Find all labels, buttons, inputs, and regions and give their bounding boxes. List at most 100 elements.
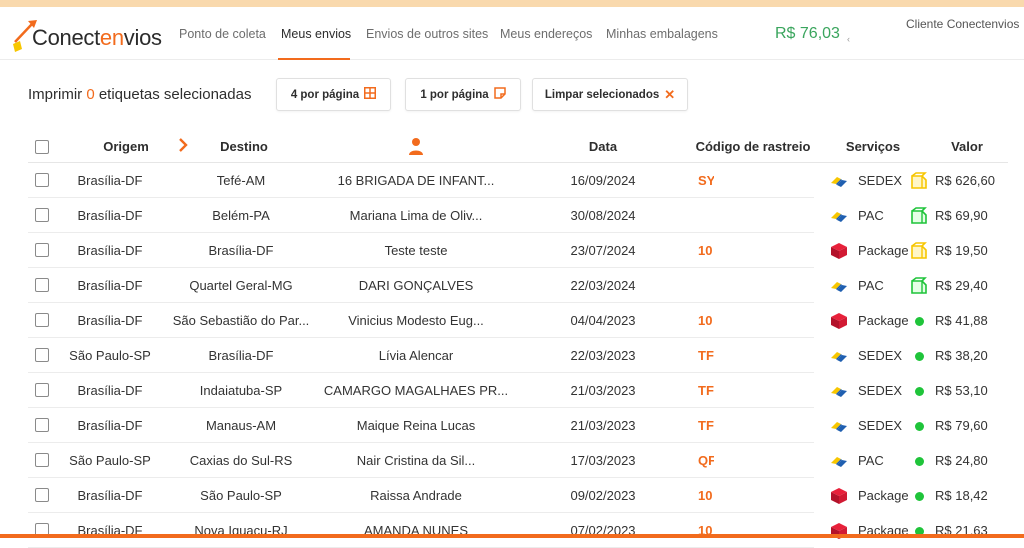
cell-date: 04/04/2023 — [570, 313, 635, 328]
cell-date: 16/09/2024 — [570, 173, 635, 188]
cell-service: SEDEX — [858, 383, 902, 398]
status-indicator[interactable] — [909, 381, 929, 401]
cell-tracking[interactable]: QF — [698, 453, 714, 468]
cell-value: R$ 19,50 — [935, 243, 988, 258]
status-indicator[interactable] — [909, 451, 929, 471]
balance-toggle[interactable]: ‹ — [847, 34, 850, 44]
package-cube-icon — [830, 487, 848, 505]
header-services[interactable]: Serviços — [846, 139, 900, 154]
header-tracking[interactable]: Código de rastreio — [696, 139, 811, 154]
package-cube-icon — [830, 242, 848, 260]
cell-recipient: Mariana Lima de Oliv... — [350, 208, 483, 223]
nav-meus-enderecos[interactable]: Meus endereços — [500, 27, 592, 41]
pending-box-icon — [910, 242, 928, 260]
bottom-frame-border — [0, 534, 1024, 538]
nav-ponto-de-coleta[interactable]: Ponto de coleta — [179, 27, 266, 41]
cell-recipient: DARI GONÇALVES — [359, 278, 474, 293]
cell-tracking[interactable]: SY — [698, 173, 714, 188]
row-checkbox[interactable] — [35, 383, 49, 397]
cell-destination: Tefé-AM — [217, 173, 265, 188]
cell-recipient: Raissa Andrade — [370, 488, 462, 503]
cell-value: R$ 41,88 — [935, 313, 988, 328]
table-row[interactable]: Brasília-DFSão Sebastião do Par...Vinici… — [28, 303, 1008, 338]
cell-service: PAC — [858, 453, 884, 468]
cell-origin: Brasília-DF — [77, 488, 142, 503]
select-all-checkbox[interactable] — [35, 140, 49, 154]
row-checkbox[interactable] — [35, 243, 49, 257]
cell-value: R$ 69,90 — [935, 208, 988, 223]
table-body: Brasília-DF Tefé-AM 16 BRIGADA DE INFANT..… — [28, 163, 1008, 548]
table-row[interactable]: Brasília-DFQuartel Geral-MGDARI GONÇALVE… — [28, 268, 1008, 303]
status-dot-icon — [915, 457, 924, 466]
cell-value: R$ 53,10 — [935, 383, 988, 398]
table-row[interactable]: São Paulo-SPCaxias do Sul-RSNair Cristin… — [28, 443, 1008, 478]
header-date[interactable]: Data — [589, 139, 617, 154]
table-row[interactable]: Brasília-DFBelém-PAMariana Lima de Oliv.… — [28, 198, 1008, 233]
status-indicator[interactable] — [909, 241, 929, 261]
table-row[interactable]: Brasília-DFBrasília-DFTeste teste23/07/2… — [28, 233, 1008, 268]
correios-icon — [830, 452, 848, 470]
cell-value: R$ 18,42 — [935, 488, 988, 503]
cell-tracking[interactable]: 10 — [698, 488, 714, 503]
print-1-per-page-button[interactable]: 1 por página — [405, 78, 521, 111]
print-toolbar: Imprimir 0 etiquetas selecionadas 4 por … — [28, 78, 728, 111]
nav-minhas-embalagens[interactable]: Minhas embalagens — [606, 27, 718, 41]
cell-service: PAC — [858, 208, 884, 223]
cell-origin: Brasília-DF — [77, 173, 142, 188]
status-dot-icon — [915, 492, 924, 501]
cell-recipient: 16 BRIGADA DE INFANT... — [338, 173, 495, 188]
cell-value: R$ 24,80 — [935, 453, 988, 468]
cell-tracking[interactable]: TF — [698, 383, 714, 398]
clear-selection-button[interactable]: Limpar selecionados ✕ — [532, 78, 688, 111]
cell-date: 17/03/2023 — [570, 453, 635, 468]
cell-service: SEDEX — [858, 348, 902, 363]
correios-icon — [830, 207, 848, 225]
header-destination[interactable]: Destino — [220, 139, 268, 154]
status-indicator[interactable] — [909, 311, 929, 331]
posted-box-icon — [910, 277, 928, 295]
row-checkbox[interactable] — [35, 488, 49, 502]
table-row[interactable]: Brasília-DFSão Paulo-SPRaissa Andrade09/… — [28, 478, 1008, 513]
cell-tracking[interactable]: TF — [698, 348, 714, 363]
cell-origin: São Paulo-SP — [69, 453, 151, 468]
nav-meus-envios[interactable]: Meus envios — [281, 27, 351, 41]
table-header: Origem Destino Data Código de rastreio S… — [28, 130, 1008, 163]
status-indicator[interactable] — [909, 206, 929, 226]
account-balance[interactable]: R$ 76,03 — [775, 25, 840, 43]
nav-envios-outros-sites[interactable]: Envios de outros sites — [366, 27, 488, 41]
client-menu[interactable]: Cliente Conectenvios — [906, 17, 1019, 31]
status-indicator[interactable] — [909, 171, 929, 191]
cell-origin: Brasília-DF — [77, 313, 142, 328]
table-row[interactable]: Brasília-DFManaus-AMMaique Reina Lucas21… — [28, 408, 1008, 443]
row-checkbox[interactable] — [35, 418, 49, 432]
status-indicator[interactable] — [909, 521, 929, 541]
app-logo[interactable]: Conectenvios — [12, 15, 162, 55]
header-origin[interactable]: Origem — [103, 139, 149, 154]
table-row[interactable]: Brasília-DF Tefé-AM 16 BRIGADA DE INFANT..… — [28, 163, 1008, 198]
cell-service: SEDEX — [858, 418, 902, 433]
cell-tracking[interactable]: TF — [698, 418, 714, 433]
status-indicator[interactable] — [909, 346, 929, 366]
row-checkbox[interactable] — [35, 208, 49, 222]
logo-text: Conectenvios — [32, 25, 162, 51]
table-row[interactable]: São Paulo-SPBrasília-DFLívia Alencar22/0… — [28, 338, 1008, 373]
status-dot-icon — [915, 352, 924, 361]
arrow-right-icon — [177, 137, 189, 156]
row-checkbox[interactable] — [35, 278, 49, 292]
row-checkbox[interactable] — [35, 173, 49, 187]
table-row[interactable]: Brasília-DFIndaiatuba-SPCAMARGO MAGALHAE… — [28, 373, 1008, 408]
cell-tracking[interactable]: 10 — [698, 313, 714, 328]
status-indicator[interactable] — [909, 416, 929, 436]
status-indicator[interactable] — [909, 486, 929, 506]
person-icon — [408, 137, 424, 158]
table-row[interactable]: Brasília-DFNova Iguaçu-RJAMANDA NUNES07/… — [28, 513, 1008, 548]
row-checkbox[interactable] — [35, 348, 49, 362]
row-checkbox[interactable] — [35, 313, 49, 327]
header-value[interactable]: Valor — [951, 139, 983, 154]
print-4-per-page-button[interactable]: 4 por página — [276, 78, 391, 111]
label-icon — [494, 87, 506, 102]
correios-icon — [830, 347, 848, 365]
status-indicator[interactable] — [909, 276, 929, 296]
cell-tracking[interactable]: 10 — [698, 243, 714, 258]
row-checkbox[interactable] — [35, 453, 49, 467]
